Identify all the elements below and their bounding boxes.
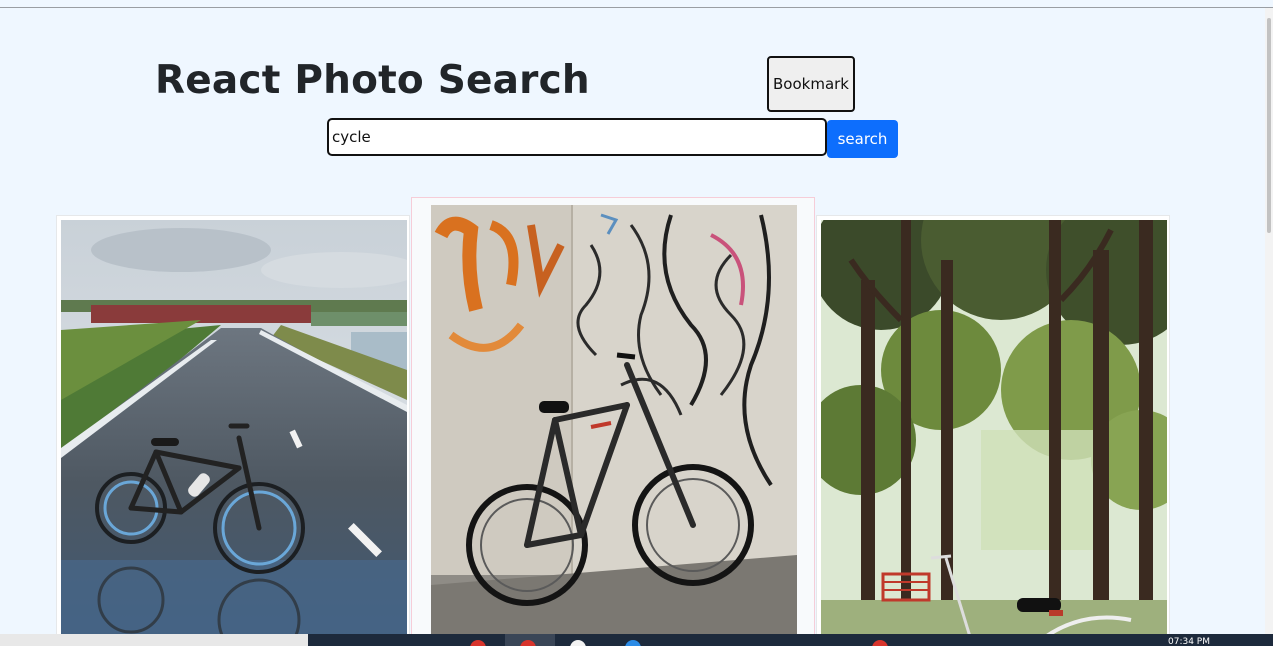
taskbar-clock[interactable]: 07:34 PM [1168,637,1210,646]
taskbar-search-area[interactable] [0,634,308,646]
app-page: React Photo Search Bookmark search [0,0,1273,646]
photo-card[interactable] [56,215,410,645]
photo-card[interactable] [411,197,815,646]
bookmark-button[interactable]: Bookmark [767,56,855,112]
photo-card[interactable] [816,215,1170,645]
scrollbar-thumb[interactable] [1267,18,1271,233]
search-input[interactable] [327,118,827,156]
browser-edge [0,7,1273,8]
photo-bicycle-road[interactable] [61,220,407,640]
app-icon[interactable] [872,640,888,646]
app-icon[interactable] [570,640,586,646]
photo-bicycle-trees[interactable] [821,220,1167,640]
vscode-icon[interactable] [625,640,641,646]
search-button[interactable]: search [827,120,898,158]
windows-taskbar: 07:34 PM [0,634,1273,646]
vertical-scrollbar[interactable] [1265,8,1273,634]
photo-bicycle-graffiti[interactable] [431,205,797,645]
page-title: React Photo Search [155,58,590,103]
chrome-icon[interactable] [470,640,486,646]
